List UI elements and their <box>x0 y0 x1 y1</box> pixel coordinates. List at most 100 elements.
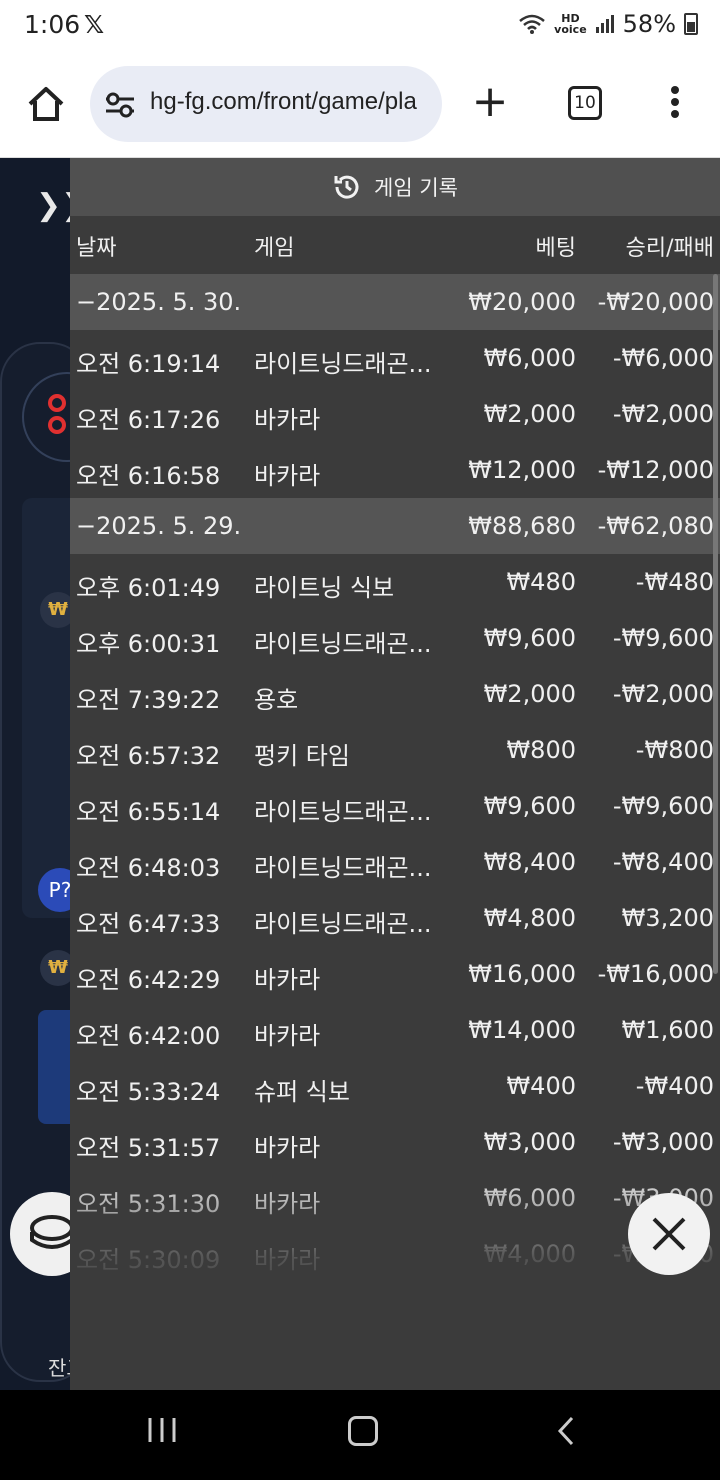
tab-switcher-button[interactable]: 10 <box>568 86 602 120</box>
close-button[interactable] <box>628 1193 710 1275</box>
history-row[interactable]: 오전 6:55:14 라이트닝드래곤... ₩9,600 -₩9,600 <box>70 778 720 834</box>
history-row[interactable]: 오전 6:47:33 라이트닝드래곤... ₩4,800 ₩3,200 <box>70 890 720 946</box>
row-win-loss: ₩1,600 <box>621 1016 714 1044</box>
row-bet: ₩400 <box>506 1072 576 1100</box>
row-game: 라이트닝드래곤... <box>254 854 432 882</box>
row-win-loss: -₩8,400 <box>612 848 714 876</box>
history-row[interactable]: 오전 6:42:00 바카라 ₩14,000 ₩1,600 <box>70 1002 720 1058</box>
close-icon <box>652 1217 686 1251</box>
hd-voice-icon: HD voice <box>554 12 587 36</box>
row-win-loss: -₩2,000 <box>612 680 714 708</box>
row-date: 오전 6:42:29 <box>76 966 221 994</box>
row-date: 오전 6:57:32 <box>76 742 221 770</box>
row-bet: ₩12,000 <box>468 456 576 484</box>
back-icon[interactable] <box>556 1416 576 1446</box>
x-app-icon: 𝕏 <box>84 10 105 39</box>
row-bet: ₩9,600 <box>483 624 576 652</box>
status-right: HD voice 58% <box>518 10 698 38</box>
row-date: 오전 6:47:33 <box>76 910 221 938</box>
row-date: 오전 6:19:14 <box>76 350 221 378</box>
column-date: 날짜 <box>76 236 117 261</box>
history-row[interactable]: 오전 6:42:29 바카라 ₩16,000 -₩16,000 <box>70 946 720 1002</box>
row-win-loss: -₩20,000 <box>597 288 714 316</box>
address-bar[interactable]: hg-fg.com/front/game/pla <box>90 66 442 142</box>
battery-icon <box>684 13 698 35</box>
row-date: −2025. 5. 30. <box>76 288 242 316</box>
row-bet: ₩14,000 <box>468 1016 576 1044</box>
row-bet: ₩480 <box>506 568 576 596</box>
history-row[interactable]: 오후 6:00:31 라이트닝드래곤... ₩9,600 -₩9,600 <box>70 610 720 666</box>
row-date: 오전 5:33:24 <box>76 1078 221 1106</box>
column-game: 게임 <box>254 236 295 261</box>
url-text: hg-fg.com/front/game/pla <box>150 88 417 115</box>
row-game: 바카라 <box>254 462 321 490</box>
row-date: 오전 6:42:00 <box>76 1022 221 1050</box>
row-date: 오후 6:00:31 <box>76 630 221 658</box>
history-row[interactable]: 오전 7:39:22 용호 ₩2,000 -₩2,000 <box>70 666 720 722</box>
history-rows[interactable]: −2025. 5. 30. ₩20,000 -₩20,000 오전 6:19:14 라이… <box>70 274 720 1282</box>
row-bet: ₩800 <box>506 736 576 764</box>
row-date: −2025. 5. 29. <box>76 512 242 540</box>
red-ring-icon <box>48 394 66 412</box>
row-win-loss: -₩3,000 <box>612 1128 714 1156</box>
row-bet: ₩20,000 <box>468 288 576 316</box>
scrollbar[interactable] <box>713 274 718 974</box>
row-win-loss: -₩800 <box>635 736 714 764</box>
row-date: 오후 6:01:49 <box>76 574 221 602</box>
row-game: 용호 <box>254 686 299 714</box>
cup-icon <box>30 1215 74 1249</box>
date-group-row[interactable]: −2025. 5. 29. ₩88,680 -₩62,080 <box>70 498 720 554</box>
history-row[interactable]: 오전 6:17:26 바카라 ₩2,000 -₩2,000 <box>70 386 720 442</box>
history-row[interactable]: 오전 5:33:24 슈퍼 식보 ₩400 -₩400 <box>70 1058 720 1114</box>
row-date: 오전 7:39:22 <box>76 686 221 714</box>
row-win-loss: -₩2,000 <box>612 400 714 428</box>
row-bet: ₩16,000 <box>468 960 576 988</box>
column-win-loss: 승리/패배 <box>625 236 714 261</box>
row-win-loss: -₩9,600 <box>612 792 714 820</box>
new-tab-icon[interactable]: + <box>470 80 510 124</box>
row-date: 오전 6:55:14 <box>76 798 221 826</box>
history-row[interactable]: 오후 6:01:49 라이트닝 식보 ₩480 -₩480 <box>70 554 720 610</box>
row-win-loss: -₩480 <box>635 568 714 596</box>
row-game: 바카라 <box>254 966 321 994</box>
row-bet: ₩88,680 <box>468 512 576 540</box>
android-nav-bar <box>0 1390 720 1480</box>
recent-apps-icon[interactable] <box>146 1416 178 1444</box>
row-game: 바카라 <box>254 406 321 434</box>
row-bet: ₩2,000 <box>483 400 576 428</box>
row-bet: ₩3,000 <box>483 1128 576 1156</box>
date-group-row[interactable]: −2025. 5. 30. ₩20,000 -₩20,000 <box>70 274 720 330</box>
row-game: 라이트닝드래곤... <box>254 798 432 826</box>
home-icon[interactable] <box>26 84 66 124</box>
red-ring-icon <box>48 416 66 434</box>
row-win-loss: ₩3,200 <box>621 904 714 932</box>
row-game: 슈퍼 식보 <box>254 1078 350 1106</box>
history-row[interactable]: 오전 6:19:14 라이트닝드래곤... ₩6,000 -₩6,000 <box>70 330 720 386</box>
row-date: 오전 6:16:58 <box>76 462 221 490</box>
row-game: 라이트닝드래곤... <box>254 350 432 378</box>
history-row[interactable]: 오전 6:16:58 바카라 ₩12,000 -₩12,000 <box>70 442 720 498</box>
row-bet: ₩8,400 <box>483 848 576 876</box>
row-bet: ₩9,600 <box>483 792 576 820</box>
history-row[interactable]: 오전 5:31:57 바카라 ₩3,000 -₩3,000 <box>70 1114 720 1170</box>
row-game: 바카라 <box>254 1134 321 1162</box>
history-row[interactable]: 오전 6:48:03 라이트닝드래곤... ₩8,400 -₩8,400 <box>70 834 720 890</box>
history-title: 게임 기록 <box>374 176 458 200</box>
row-win-loss: -₩12,000 <box>597 456 714 484</box>
status-time: 1:06 <box>24 10 81 39</box>
row-win-loss: -₩16,000 <box>597 960 714 988</box>
nav-home-icon[interactable] <box>348 1416 378 1446</box>
signal-icon <box>595 15 614 33</box>
row-date: 오전 6:48:03 <box>76 854 221 882</box>
game-history-panel: 게임 기록 날짜 게임 베팅 승리/패배 −2025. 5. 30. ₩20,00… <box>70 158 720 1390</box>
battery-percent: 58% <box>622 10 676 38</box>
history-row[interactable]: 오전 6:57:32 펑키 타임 ₩800 -₩800 <box>70 722 720 778</box>
more-menu-icon[interactable] <box>670 86 680 122</box>
wifi-icon <box>519 14 545 34</box>
list-fade <box>70 1168 720 1390</box>
history-title-bar: 게임 기록 <box>70 158 720 216</box>
row-game: 바카라 <box>254 1022 321 1050</box>
site-settings-icon[interactable] <box>104 90 136 120</box>
row-game: 라이트닝 식보 <box>254 574 395 602</box>
row-game: 라이트닝드래곤... <box>254 630 432 658</box>
